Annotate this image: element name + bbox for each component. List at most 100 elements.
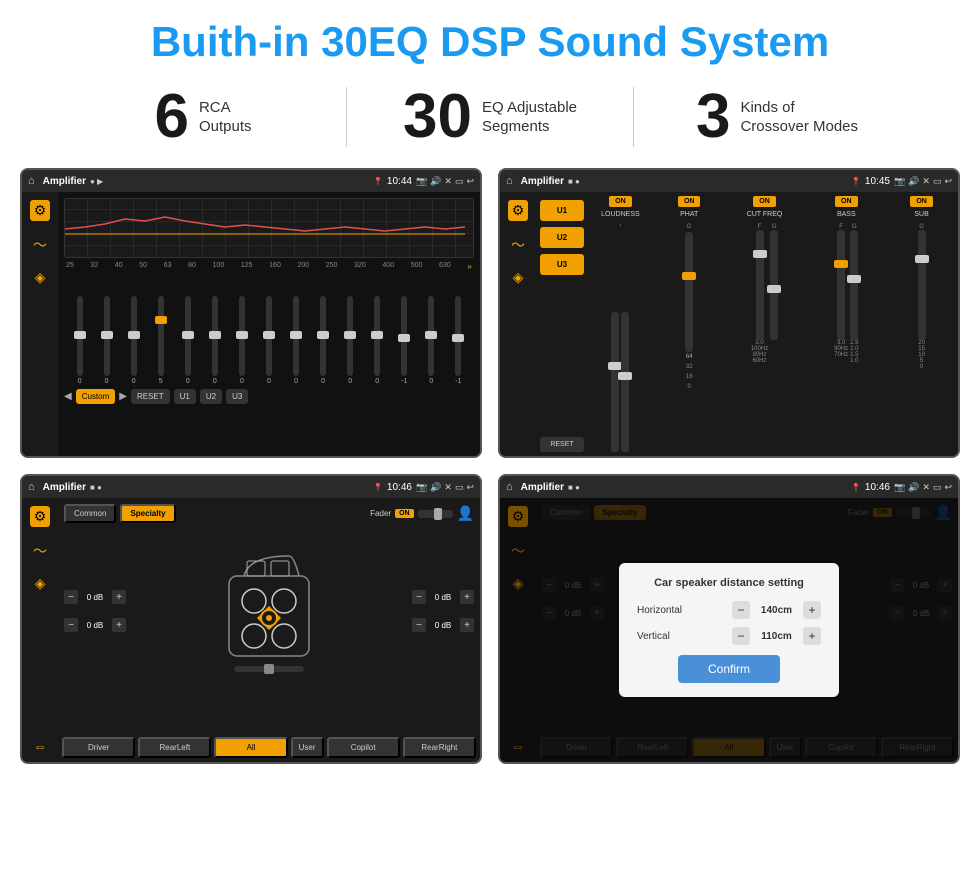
phat-on[interactable]: ON (678, 196, 701, 207)
amp-reset-btn[interactable]: RESET (540, 437, 584, 452)
window-icon[interactable]: ▭ (455, 176, 464, 187)
rearright-btn[interactable]: RearRight (403, 737, 476, 758)
stat-rca: 6 RCA Outputs (60, 86, 346, 148)
common-tab[interactable]: Common (64, 504, 116, 523)
screen3-main: Common Specialty Fader ON 👤 − (58, 498, 480, 762)
back-icon[interactable]: ↩ (466, 176, 474, 187)
horizontal-minus-btn[interactable]: − (732, 601, 750, 619)
user-btn[interactable]: User (291, 737, 324, 758)
close-icon[interactable]: ✕ (444, 176, 452, 187)
fader-label: Fader (370, 509, 391, 518)
loudness-slider-2[interactable] (621, 312, 629, 452)
bass-slider-f[interactable] (837, 230, 845, 340)
close-icon-3[interactable]: ✕ (444, 482, 452, 493)
window-icon-2[interactable]: ▭ (933, 176, 942, 187)
speaker-icon-3[interactable]: ◈ (35, 575, 46, 592)
speaker-icon[interactable]: ◈ (35, 269, 46, 286)
u2-button[interactable]: U2 (200, 389, 222, 404)
cutfreq-slider-g[interactable] (770, 230, 778, 340)
eq-slider-13: -1 (391, 296, 418, 385)
left-bottom-minus[interactable]: − (64, 618, 78, 632)
right-top-minus[interactable]: − (412, 590, 426, 604)
arrows-icon-3[interactable]: ⇔ (33, 738, 47, 754)
right-bottom-minus[interactable]: − (412, 618, 426, 632)
eq-freq-labels: 253240506380 100125160200250320 40050063… (64, 262, 474, 271)
phat-slider[interactable] (685, 232, 693, 352)
home-icon-2[interactable]: ⌂ (506, 175, 513, 187)
right-bottom-plus[interactable]: + (460, 618, 474, 632)
screen1-topbar: ⌂ Amplifier ● ▶ 📍 10:44 📷 🔊 ✕ ▭ ↩ (22, 170, 480, 192)
close-icon-4[interactable]: ✕ (922, 482, 930, 493)
bass-slider-g[interactable] (850, 230, 858, 340)
back-icon-2[interactable]: ↩ (944, 176, 952, 187)
loudness-on[interactable]: ON (609, 196, 632, 207)
stat-rca-label: RCA Outputs (199, 98, 252, 137)
bass-on[interactable]: ON (835, 196, 858, 207)
right-top-plus[interactable]: + (460, 590, 474, 604)
specialty-tab[interactable]: Specialty (120, 504, 175, 523)
eq-icon-2[interactable]: ⚙ (508, 200, 529, 221)
all-btn[interactable]: All (214, 737, 287, 758)
reset-button[interactable]: RESET (131, 389, 170, 404)
screen1-content: ⚙ 〜 ◈ 253240506380 1 (22, 192, 480, 456)
loudness-slider[interactable] (611, 312, 619, 452)
eq-icon[interactable]: ⚙ (30, 200, 51, 221)
window-icon-4[interactable]: ▭ (933, 482, 942, 493)
horizontal-plus-btn[interactable]: + (803, 601, 821, 619)
right-speaker-controls: − 0 dB + − 0 dB + (412, 590, 474, 632)
stat-crossover: 3 Kinds of Crossover Modes (634, 86, 920, 148)
page-header: Buith-in 30EQ DSP Sound System (0, 0, 980, 76)
speaker-icon-2[interactable]: ◈ (513, 269, 524, 286)
screen-crossover: ⌂ Amplifier ■ ● 📍 10:46 📷 🔊 ✕ ▭ ↩ ⚙ 〜 ◈ … (20, 474, 482, 764)
wave-icon-3[interactable]: 〜 (33, 541, 47, 561)
left-bottom-plus[interactable]: + (112, 618, 126, 632)
wave-icon-2[interactable]: 〜 (511, 235, 525, 255)
rearleft-btn[interactable]: RearLeft (138, 737, 211, 758)
wave-icon[interactable]: 〜 (33, 235, 47, 255)
cutfreq-slider-f[interactable] (756, 230, 764, 340)
sub-on[interactable]: ON (910, 196, 933, 207)
next-button[interactable]: ▶ (119, 391, 127, 402)
person-icon[interactable]: 👤 (457, 505, 474, 522)
stat-eq-label: EQ Adjustable Segments (482, 98, 577, 137)
fader-on-badge[interactable]: ON (395, 509, 414, 518)
custom-button[interactable]: Custom (76, 389, 116, 404)
vertical-plus-btn[interactable]: + (803, 627, 821, 645)
dots-icon: ● ▶ (90, 177, 103, 186)
eq-slider-3: 0 (120, 296, 147, 385)
dialog-title: Car speaker distance setting (637, 577, 821, 589)
vertical-minus-btn[interactable]: − (732, 627, 750, 645)
left-top-plus[interactable]: + (112, 590, 126, 604)
u1-button[interactable]: U1 (174, 389, 196, 404)
eq-icon-3[interactable]: ⚙ (30, 506, 51, 527)
stat-eq-number: 30 (403, 86, 472, 148)
screen3-title: Amplifier (43, 482, 86, 493)
eq-slider-14: 0 (418, 296, 445, 385)
speaker-layout: − 0 dB + − 0 dB + (64, 531, 474, 691)
loudness-control: ON LOUDNESS (588, 196, 653, 452)
fader-slider[interactable] (418, 510, 453, 518)
cutfreq-on[interactable]: ON (753, 196, 776, 207)
driver-btn[interactable]: Driver (62, 737, 135, 758)
close-icon-2[interactable]: ✕ (922, 176, 930, 187)
copilot-btn[interactable]: Copilot (327, 737, 400, 758)
loudness-label: LOUDNESS (601, 211, 640, 218)
screen1-main: 253240506380 100125160200250320 40050063… (58, 192, 480, 456)
confirm-button[interactable]: Confirm (678, 655, 780, 683)
u2-btn[interactable]: U2 (540, 227, 584, 248)
home-icon-3[interactable]: ⌂ (28, 481, 35, 493)
u3-button[interactable]: U3 (226, 389, 248, 404)
eq-slider-6: 0 (201, 296, 228, 385)
home-icon-4[interactable]: ⌂ (506, 481, 513, 493)
sub-slider[interactable] (918, 230, 926, 340)
left-top-minus[interactable]: − (64, 590, 78, 604)
u3-btn[interactable]: U3 (540, 254, 584, 275)
horizontal-value: 140cm (754, 605, 799, 616)
back-icon-3[interactable]: ↩ (466, 482, 474, 493)
back-icon-4[interactable]: ↩ (944, 482, 952, 493)
window-icon-3[interactable]: ▭ (455, 482, 464, 493)
prev-button[interactable]: ◀ (64, 391, 72, 402)
u1-btn[interactable]: U1 (540, 200, 584, 221)
home-icon[interactable]: ⌂ (28, 175, 35, 187)
eq-slider-12: 0 (364, 296, 391, 385)
